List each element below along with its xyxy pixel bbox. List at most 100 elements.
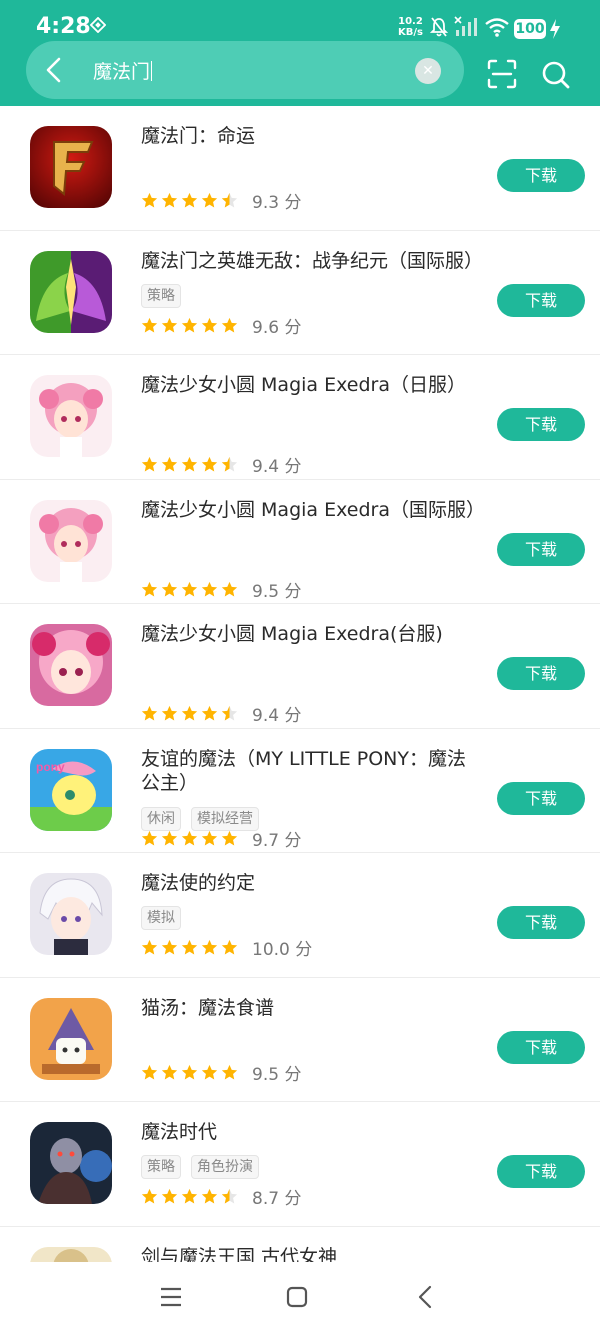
star-icon [221,581,238,598]
category-tag: 策略 [141,283,181,308]
rating-score: 9.4 分 [252,457,302,477]
white-hair-anime-app-icon[interactable] [30,873,112,955]
star-icon [141,1188,158,1205]
app-name[interactable]: 魔法少女小圆 Magia Exedra(台服) [141,622,481,646]
app-rating: 9.5 分 [141,577,301,602]
star-icon [181,830,198,847]
star-icon [141,192,158,209]
app-rating: 8.7 分 [141,1184,301,1209]
app-list-item[interactable]: 魔法门：命运 9.3 分 下载 [0,106,600,231]
download-button[interactable]: 下载 [497,408,585,441]
search-results-list: 魔法门：命运 9.3 分下载 魔法门之英雄无敌：战争纪元（国际服） 策略 9.6 分下载… [0,106,600,1333]
app-list-item[interactable]: 魔法时代策略 角色扮演 8.7 分 下载 [0,1102,600,1227]
network-speed: 10.2 KB/s [398,16,423,38]
app-tags: 策略 [141,283,181,308]
app-list-item[interactable]: 魔法使的约定 模拟 10.0 分 下载 [0,853,600,978]
star-icon [161,705,178,722]
star-icon [221,1188,238,1205]
mute-bell-icon [430,17,448,37]
pink-anime-girl-app-icon[interactable] [30,499,112,582]
back-arrow-icon[interactable] [44,57,64,83]
app-rating: 9.3 分 [141,188,301,213]
star-icon [201,705,218,722]
download-button[interactable]: 下载 [497,1030,585,1064]
app-list-item[interactable]: 魔法少女小圆 Magia Exedra（国际服） 9.5 分 下载 [0,480,600,604]
download-button[interactable]: 下载 [497,1155,585,1188]
text-caret [151,61,153,81]
star-icon [161,317,178,334]
notification-app-icon [90,17,106,33]
star-icon [141,317,158,334]
star-icon [201,456,218,473]
star-icon [201,317,218,334]
download-button[interactable]: 下载 [497,906,585,939]
app-name[interactable]: 魔法时代 [141,1120,481,1144]
app-rating: 9.6 分 [141,313,301,338]
download-button[interactable]: 下载 [497,159,585,192]
star-icon [201,939,218,956]
app-list-item[interactable]: 魔法少女小圆 Magia Exedra（日服） 9.4 分 下载 [0,355,600,480]
status-time: 4:28 [36,14,91,39]
app-tags: 策略 角色扮演 [141,1155,259,1179]
app-name[interactable]: 魔法门：命运 [141,124,481,148]
scan-icon[interactable] [487,59,517,89]
dark-warrior-app-icon[interactable] [30,1122,112,1204]
app-name[interactable]: 魔法使的约定 [141,871,481,895]
search-input[interactable]: 魔法门 [93,57,153,84]
star-rating [141,192,238,209]
back-nav-icon[interactable] [417,1285,433,1309]
wifi-icon [485,18,509,37]
star-icon [161,581,178,598]
home-nav-icon[interactable] [286,1286,308,1308]
app-list-item[interactable]: pony 友谊的魔法（MY LITTLE PONY：魔法公主） 休闲 模拟经营 9.7 … [0,729,600,853]
star-icon [181,192,198,209]
app-list-item[interactable]: 猫汤：魔法食谱 9.5 分 下载 [0,978,600,1102]
app-name[interactable]: 友谊的魔法（MY LITTLE PONY：魔法公主） [141,747,481,795]
star-icon [201,192,218,209]
app-name[interactable]: 猫汤：魔法食谱 [141,996,481,1020]
star-icon [161,1064,178,1081]
rating-score: 9.7 分 [252,830,302,851]
app-list-item[interactable]: 魔法门之英雄无敌：战争纪元（国际服） 策略 9.6 分 下载 [0,231,600,355]
svg-text:pony: pony [36,760,65,774]
star-rating [141,1064,238,1081]
star-icon [221,1064,238,1081]
download-button[interactable]: 下载 [497,781,585,815]
star-rating [141,456,238,473]
star-icon [221,830,238,847]
battery-indicator: 100 [514,19,546,39]
star-rating [141,317,238,334]
download-button[interactable]: 下载 [497,657,585,690]
pink-anime-girl-close-app-icon[interactable] [30,624,112,706]
star-rating [141,830,238,847]
category-tag: 策略 [141,1155,181,1179]
menu-nav-icon[interactable] [160,1287,182,1307]
clear-search-button[interactable]: ✕ [415,58,441,84]
search-icon[interactable] [541,60,571,90]
dragons-app-icon[interactable] [30,250,112,333]
app-list-item[interactable]: 魔法少女小圆 Magia Exedra(台服) 9.4 分 下载 [0,604,600,729]
star-icon [141,830,158,847]
rating-score: 10.0 分 [252,940,313,960]
star-icon [181,1188,198,1205]
download-button[interactable]: 下载 [497,283,585,317]
app-name[interactable]: 魔法少女小圆 Magia Exedra（国际服） [141,498,485,522]
star-icon [161,939,178,956]
app-rating: 9.7 分 [141,826,301,851]
pink-anime-girl-app-icon[interactable] [30,375,112,457]
search-bar[interactable]: 魔法门 ✕ [26,41,464,99]
star-icon [221,705,238,722]
cat-wizard-app-icon[interactable] [30,997,112,1080]
fantasy-f-logo-app-icon[interactable] [30,126,112,208]
star-icon [201,1188,218,1205]
star-icon [181,939,198,956]
star-rating [141,705,238,722]
rating-score: 9.6 分 [252,317,302,338]
app-name[interactable]: 魔法少女小圆 Magia Exedra（日服） [141,373,481,397]
download-button[interactable]: 下载 [497,532,585,566]
pony-app-icon[interactable]: pony [30,748,112,831]
app-name[interactable]: 魔法门之英雄无敌：战争纪元（国际服） [141,249,483,273]
star-icon [201,1064,218,1081]
category-tag: 角色扮演 [191,1155,259,1179]
star-icon [161,830,178,847]
